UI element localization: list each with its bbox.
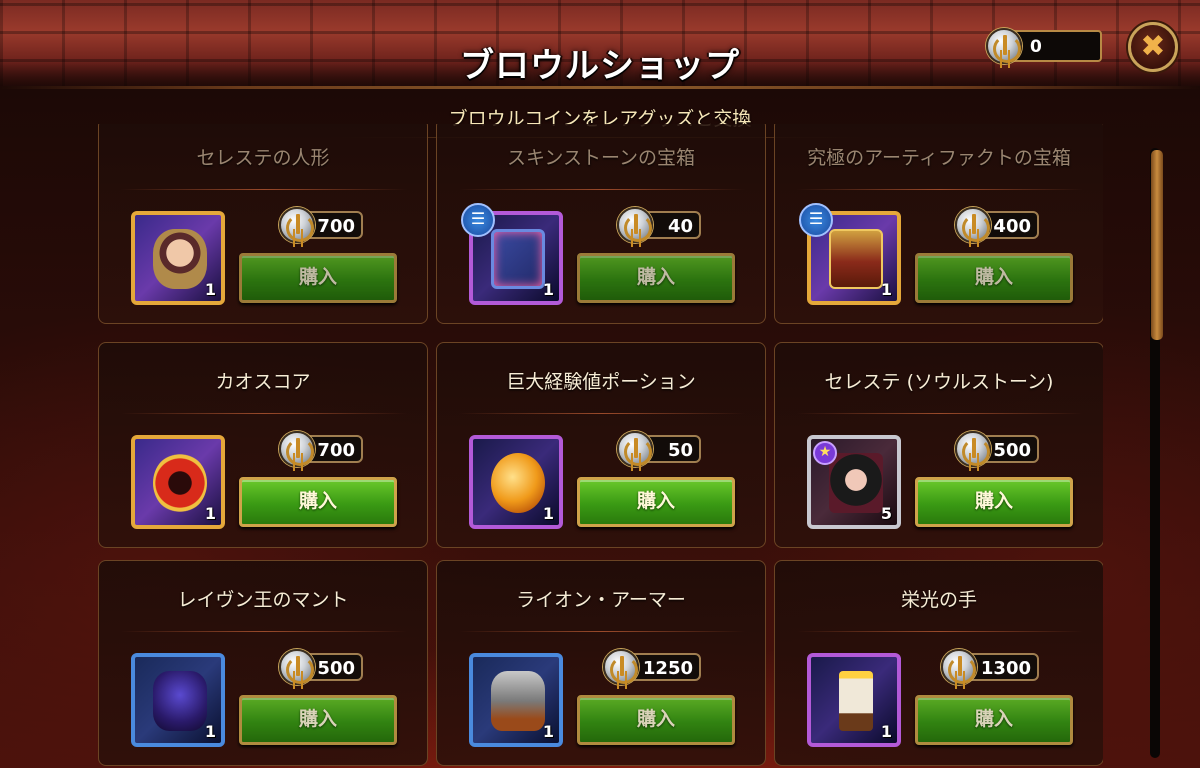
brawl-coin-amount: 0	[1030, 37, 1042, 57]
buy-button[interactable]: 購入	[239, 477, 397, 527]
item-name: 巨大経験値ポーション	[506, 371, 696, 393]
item-name: 栄光の手	[900, 589, 977, 611]
price-value: 700	[317, 216, 355, 237]
buy-button[interactable]: 購入	[915, 477, 1073, 527]
ring-icon	[153, 453, 207, 513]
item-icon[interactable]: 1	[469, 435, 563, 529]
item-price: 700	[279, 207, 363, 243]
item-quantity: 5	[880, 504, 892, 523]
item-name: スキンストーンの宝箱	[506, 147, 696, 169]
item-divider	[121, 631, 407, 632]
item-price: 700	[279, 431, 363, 467]
item-quantity: 1	[542, 504, 554, 523]
item-quantity: 1	[204, 280, 216, 299]
item-price: 500	[279, 649, 363, 685]
item-quantity: 1	[204, 722, 216, 741]
item-name: 究極のアーティファクトの宝箱	[807, 147, 1071, 169]
item-icon[interactable]: 1	[807, 653, 901, 747]
item-quantity: 1	[542, 722, 554, 741]
brawl-coin-balance: 0	[986, 28, 1102, 64]
candle-icon	[839, 671, 873, 731]
close-button[interactable]: ✖	[1128, 22, 1178, 72]
price-value: 400	[993, 216, 1031, 237]
shop-item-card: 栄光の手 1 1300 購入	[774, 560, 1103, 766]
buy-button[interactable]: 購入	[915, 253, 1073, 303]
item-icon[interactable]: 1	[131, 211, 225, 305]
brawl-coin-icon	[279, 207, 315, 243]
buy-button[interactable]: 購入	[577, 695, 735, 745]
item-icon[interactable]: 1	[131, 653, 225, 747]
brawl-coin-icon	[955, 207, 991, 243]
star-icon: ★	[813, 441, 837, 465]
item-price: 400	[955, 207, 1039, 243]
brawl-coin-icon	[279, 431, 315, 467]
item-divider	[797, 631, 1083, 632]
item-divider	[797, 413, 1083, 414]
item-divider	[459, 413, 745, 414]
brawl-coin-icon	[986, 28, 1022, 64]
item-price: 50	[617, 431, 701, 467]
chest-icon	[829, 229, 883, 289]
item-icon[interactable]: 1	[469, 653, 563, 747]
item-price: 500	[955, 431, 1039, 467]
shop-item-card: スキンストーンの宝箱 ☰ 1 40 購入	[436, 124, 766, 324]
buy-button[interactable]: 購入	[915, 695, 1073, 745]
hero-icon	[829, 453, 883, 513]
price-value: 50	[667, 440, 693, 461]
price-value: 1250	[642, 658, 693, 679]
price-value: 500	[317, 658, 355, 679]
item-divider	[121, 413, 407, 414]
brawl-coin-icon	[617, 431, 653, 467]
item-divider	[121, 189, 407, 190]
shop-item-card: ライオン・アーマー 1 1250 購入	[436, 560, 766, 766]
shop-item-card: セレステの人形 1 700 購入	[98, 124, 428, 324]
item-price: 40	[617, 207, 701, 243]
brawl-coin-icon	[617, 207, 653, 243]
brawl-coin-icon	[279, 649, 315, 685]
shop-item-card: カオスコア 1 700 購入	[98, 342, 428, 548]
item-name: セレステ (ソウルストーン)	[824, 371, 1054, 393]
buy-button[interactable]: 購入	[577, 477, 735, 527]
price-value: 40	[667, 216, 693, 237]
buy-button[interactable]: 購入	[239, 695, 397, 745]
item-divider	[459, 189, 745, 190]
price-value: 700	[317, 440, 355, 461]
item-price: 1300	[941, 649, 1039, 685]
box-icon	[491, 229, 545, 289]
info-list-icon[interactable]: ☰	[799, 203, 833, 237]
scrollbar-thumb[interactable]	[1151, 150, 1163, 340]
item-divider	[459, 631, 745, 632]
shop-item-grid[interactable]: セレステの人形 1 700 購入 スキンストーンの宝箱 ☰ 1 40 購入 究極のアーティファクト…	[98, 124, 1103, 768]
item-price: 1250	[603, 649, 701, 685]
info-list-icon[interactable]: ☰	[461, 203, 495, 237]
item-quantity: 1	[880, 722, 892, 741]
item-quantity: 1	[880, 280, 892, 299]
shop-item-card: 巨大経験値ポーション 1 50 購入	[436, 342, 766, 548]
item-name: ライオン・アーマー	[516, 589, 686, 611]
item-quantity: 1	[204, 504, 216, 523]
close-x-icon: ✖	[1140, 29, 1166, 64]
price-value: 1300	[980, 658, 1031, 679]
cloak-icon	[153, 671, 207, 731]
item-name: レイヴン王のマント	[177, 589, 349, 611]
potion-icon	[491, 453, 545, 513]
item-name: カオスコア	[215, 371, 311, 393]
item-name: セレステの人形	[196, 147, 330, 169]
buy-button[interactable]: 購入	[239, 253, 397, 303]
shop-item-card: 究極のアーティファクトの宝箱 ☰ 1 400 購入	[774, 124, 1103, 324]
shop-item-card: セレステ (ソウルストーン) ★ 5 500 購入	[774, 342, 1103, 548]
item-icon[interactable]: 1	[131, 435, 225, 529]
item-quantity: 1	[542, 280, 554, 299]
price-value: 500	[993, 440, 1031, 461]
shop-item-card: レイヴン王のマント 1 500 購入	[98, 560, 428, 766]
brawl-coin-icon	[941, 649, 977, 685]
armor-icon	[491, 671, 545, 731]
buy-button[interactable]: 購入	[577, 253, 735, 303]
item-divider	[797, 189, 1083, 190]
brawl-coin-icon	[955, 431, 991, 467]
doll-icon	[153, 229, 207, 289]
brawl-coin-icon	[603, 649, 639, 685]
